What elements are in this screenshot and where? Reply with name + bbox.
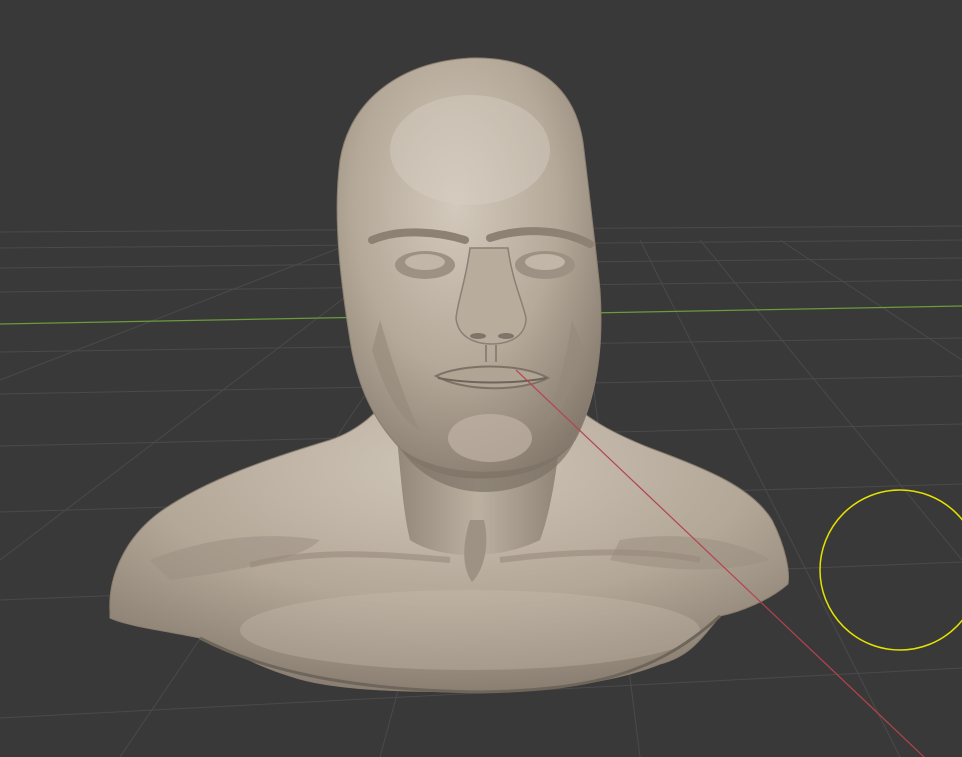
bust-eyelid-left (405, 254, 445, 270)
brush-cursor-circle[interactable] (819, 489, 962, 651)
sculpt-bust[interactable] (109, 57, 789, 694)
bust-eyelid-right (525, 254, 565, 270)
bust-forehead-highlight (390, 95, 550, 205)
3d-viewport[interactable] (0, 0, 962, 757)
bust-chin (448, 414, 532, 462)
viewport-canvas[interactable] (0, 0, 962, 757)
bust-nostril-right (498, 333, 514, 339)
bust-nostril-left (470, 333, 486, 339)
bust-pecs-light (240, 590, 700, 670)
